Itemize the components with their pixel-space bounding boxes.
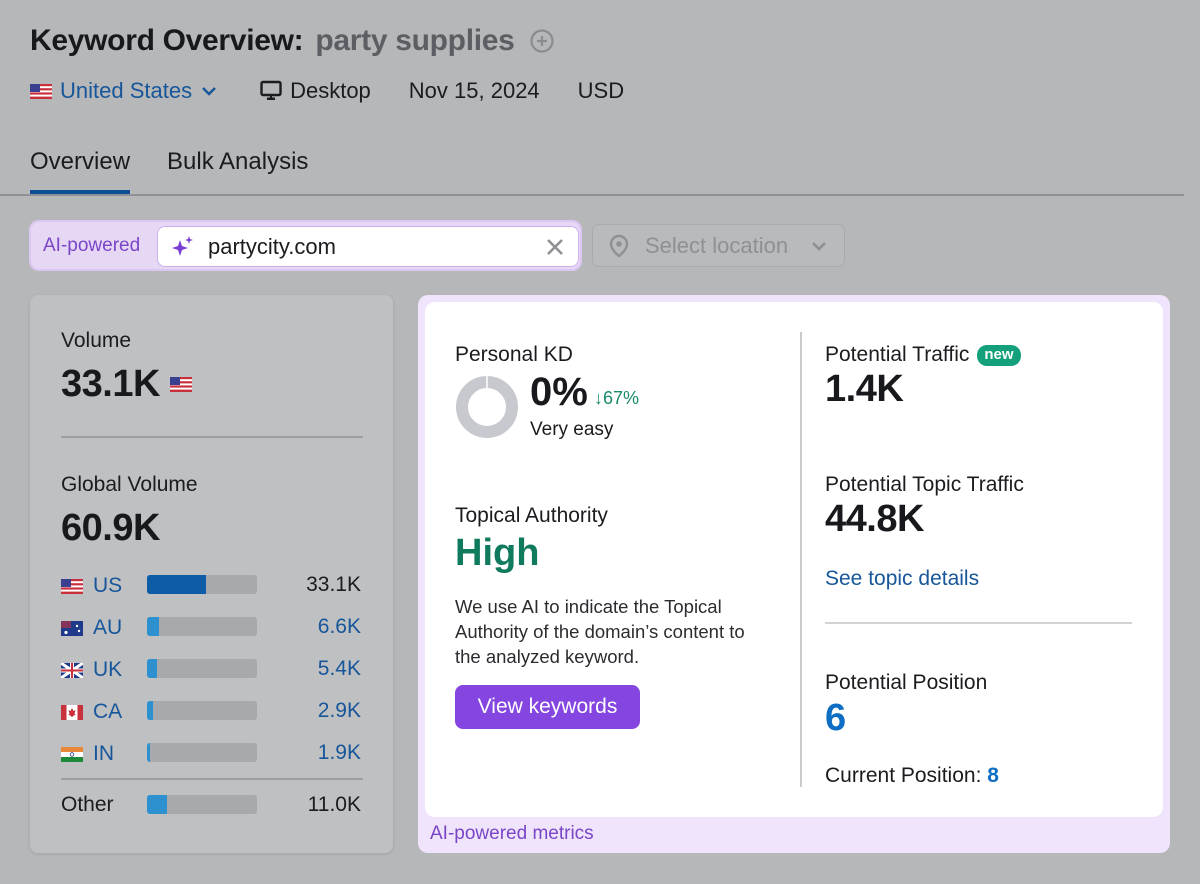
volume-label: Volume bbox=[61, 329, 132, 352]
device-label: Desktop bbox=[290, 78, 371, 103]
ai-powered-metrics-footer: AI-powered metrics bbox=[430, 823, 594, 844]
other-label: Other bbox=[61, 793, 114, 816]
close-icon[interactable] bbox=[544, 236, 566, 258]
personal-kd-value: 0% bbox=[530, 370, 588, 414]
volume-share-fill bbox=[147, 575, 207, 594]
other-volume: 11.0K bbox=[307, 793, 361, 816]
country-list: US 33.1K AU 6.6K UK 5.4K CA 2.9K IN 1.9K bbox=[61, 565, 363, 775]
current-position: Current Position: 8 bbox=[825, 764, 999, 788]
ca-flag-icon bbox=[61, 704, 83, 720]
potential-traffic-header: Potential Traffic new bbox=[825, 343, 1021, 367]
volume-share-bar bbox=[147, 701, 257, 720]
country-row-other: Other 11.0K bbox=[61, 785, 363, 827]
country-code: UK bbox=[93, 658, 123, 681]
volume-value-row: 33.1K bbox=[61, 363, 192, 406]
personal-kd-delta: ↓67% bbox=[594, 388, 640, 408]
potential-position-value: 6 bbox=[825, 697, 847, 739]
volume-share-bar bbox=[147, 743, 257, 762]
potential-topic-traffic-value: 44.8K bbox=[825, 498, 924, 540]
current-position-label: Current Position: bbox=[825, 764, 982, 787]
volume-share-fill bbox=[147, 743, 151, 762]
tab-overview[interactable]: Overview bbox=[30, 148, 131, 194]
tab-bar: Overview Bulk Analysis bbox=[0, 140, 1184, 196]
page-title: Keyword Overview: bbox=[30, 24, 304, 57]
us-flag-icon bbox=[169, 377, 192, 392]
potential-position-label: Potential Position bbox=[825, 671, 988, 694]
database-selector[interactable]: United States bbox=[30, 78, 218, 104]
ai-domain-bar: AI-powered bbox=[29, 220, 582, 271]
country-row-au[interactable]: AU 6.6K bbox=[61, 607, 363, 649]
country-row-ca[interactable]: CA 2.9K bbox=[61, 691, 363, 733]
plus-circle-icon[interactable] bbox=[529, 28, 555, 54]
tab-bulk-analysis[interactable]: Bulk Analysis bbox=[167, 148, 308, 190]
page-header: Keyword Overview: party supplies bbox=[30, 24, 555, 58]
domain-input-wrapper bbox=[157, 226, 579, 267]
country-volume: 33.1K bbox=[306, 573, 361, 596]
desktop-icon bbox=[260, 80, 282, 100]
current-position-value: 8 bbox=[987, 764, 999, 787]
keyword-title: party supplies bbox=[315, 24, 515, 57]
country-code: CA bbox=[93, 700, 123, 723]
au-flag-icon bbox=[61, 620, 83, 636]
see-topic-details-link[interactable]: See topic details bbox=[825, 567, 979, 591]
volume-share-fill bbox=[147, 617, 160, 636]
sparkle-icon bbox=[172, 235, 193, 256]
volume-share-bar bbox=[147, 617, 257, 636]
topical-authority-value: High bbox=[455, 532, 540, 574]
us-flag-icon bbox=[61, 578, 83, 594]
device-indicator: Desktop bbox=[260, 78, 371, 104]
domain-input[interactable] bbox=[208, 233, 528, 260]
global-volume-value: 60.9K bbox=[61, 507, 160, 549]
volume-value: 33.1K bbox=[61, 363, 160, 405]
location-select[interactable]: Select location bbox=[592, 224, 845, 267]
ai-metrics-card: Personal KD 0% ↓67% Very easy Topical Au… bbox=[425, 302, 1163, 817]
personal-kd-description: Very easy bbox=[530, 419, 614, 440]
divider bbox=[61, 436, 363, 438]
country-volume[interactable]: 6.6K bbox=[318, 615, 361, 639]
location-placeholder: Select location bbox=[645, 232, 789, 258]
volume-share-fill bbox=[147, 701, 153, 720]
volume-share-bar bbox=[147, 659, 257, 678]
kd-donut-chart bbox=[456, 376, 518, 438]
in-flag-icon bbox=[61, 746, 83, 762]
potential-traffic-value: 1.4K bbox=[825, 368, 904, 410]
potential-topic-traffic-label: Potential Topic Traffic bbox=[825, 473, 1024, 496]
ai-powered-label: AI-powered bbox=[43, 235, 141, 256]
country-code: AU bbox=[93, 616, 123, 639]
chevron-down-icon bbox=[202, 87, 216, 96]
volume-share-fill bbox=[147, 659, 157, 678]
date-label: Nov 15, 2024 bbox=[408, 78, 540, 103]
new-badge: new bbox=[977, 344, 1021, 366]
vertical-divider bbox=[800, 332, 802, 787]
volume-share-fill bbox=[147, 795, 167, 814]
country-volume[interactable]: 2.9K bbox=[318, 699, 361, 723]
country-volume[interactable]: 5.4K bbox=[318, 657, 361, 681]
meta-row: United States Desktop Nov 15, 2024 USD bbox=[30, 78, 624, 104]
potential-traffic-label: Potential Traffic bbox=[825, 343, 970, 366]
divider bbox=[61, 778, 363, 780]
country-row-uk[interactable]: UK 5.4K bbox=[61, 649, 363, 691]
global-volume-label: Global Volume bbox=[61, 473, 198, 496]
location-pin-icon bbox=[609, 234, 629, 258]
country-code: IN bbox=[93, 742, 114, 765]
view-keywords-button[interactable]: View keywords bbox=[455, 685, 640, 729]
personal-kd-label: Personal KD bbox=[455, 343, 573, 366]
volume-share-bar bbox=[147, 575, 257, 594]
us-flag-icon bbox=[30, 83, 52, 99]
country-row-us[interactable]: US 33.1K bbox=[61, 565, 363, 607]
horizontal-divider bbox=[825, 622, 1132, 624]
database-label: United States bbox=[60, 78, 193, 103]
topical-authority-label: Topical Authority bbox=[455, 504, 608, 527]
currency-label: USD bbox=[577, 78, 625, 103]
chevron-down-icon bbox=[812, 242, 826, 251]
uk-flag-icon bbox=[61, 662, 83, 678]
topical-authority-description: We use AI to indicate the Topical Author… bbox=[455, 596, 745, 667]
country-code: US bbox=[93, 574, 123, 597]
volume-card: Volume 33.1K Global Volume 60.9K US 33.1… bbox=[30, 295, 393, 853]
ai-metrics-panel: Personal KD 0% ↓67% Very easy Topical Au… bbox=[418, 295, 1170, 853]
country-row-in[interactable]: IN 1.9K bbox=[61, 733, 363, 775]
country-volume[interactable]: 1.9K bbox=[318, 741, 361, 765]
volume-share-bar bbox=[147, 795, 257, 814]
